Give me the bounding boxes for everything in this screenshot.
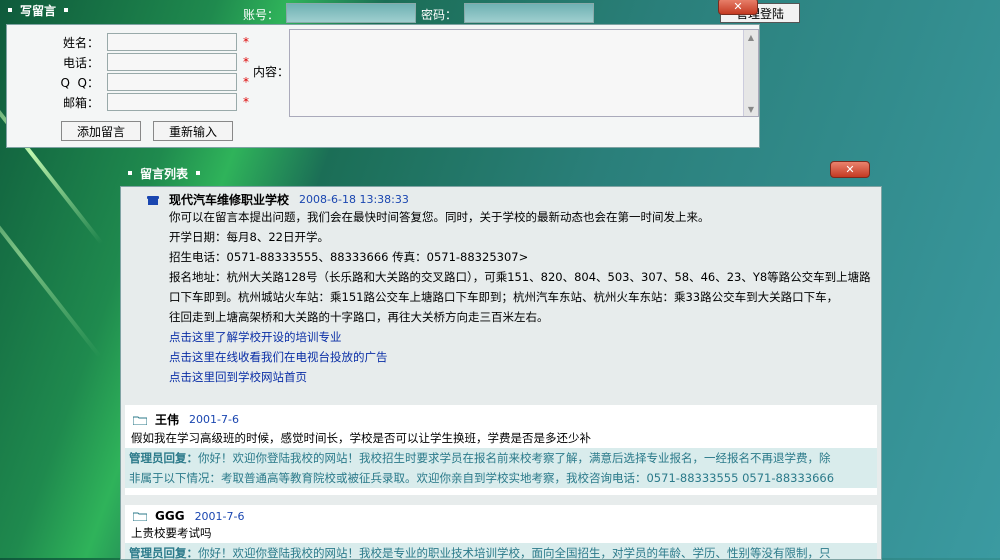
- close-list-panel-button[interactable]: ✕: [830, 161, 870, 178]
- password-input[interactable]: [464, 3, 594, 23]
- close-write-panel-button[interactable]: ✕: [718, 0, 758, 15]
- phone-input[interactable]: [107, 53, 237, 71]
- email-input[interactable]: [107, 93, 237, 111]
- training-majors-link[interactable]: 点击这里了解学校开设的培训专业: [169, 330, 342, 344]
- pinned-line: 招生电话：0571-88333555、88333666 传真：0571-8832…: [169, 250, 529, 264]
- admin-reply: 管理员回复：你好！欢迎你登陆我校的网站！我校是专业的职业技术培训学校，面向全国招…: [125, 543, 877, 559]
- entry-date: 2001-7-6: [194, 509, 245, 523]
- header-bullet-icon: [128, 171, 132, 175]
- header-bullet-icon: [8, 8, 12, 12]
- pinned-line: 往回走到上塘高架桥和大关路的十字路口，再往大关桥方向走三百米左右。: [169, 310, 549, 324]
- pinned-line: 报名地址：杭州大关路128号（长乐路和大关路的交叉路口），可乘151、820、8…: [169, 270, 871, 284]
- qq-input[interactable]: [107, 73, 237, 91]
- list-item: 王伟 2001-7-6 假如我在学习高级班的时候，感觉时间长，学校是否可以让学生…: [125, 405, 877, 495]
- entry-message: 上贵校要考试吗: [131, 526, 212, 540]
- pinned-notice: 现代汽车维修职业学校 2008-6-18 13:38:33 你可以在留言本提出问…: [121, 187, 881, 397]
- close-icon: ✕: [733, 0, 743, 13]
- name-row: 姓名： *: [57, 33, 249, 51]
- write-panel-title: 写留言: [20, 3, 57, 18]
- email-row: 邮箱： *: [57, 93, 249, 111]
- required-marker: *: [243, 75, 249, 89]
- reply-text: 非属于以下情况：考取普通高等教育院校或被征兵录取。欢迎你亲自到学校实地考察，我校…: [129, 471, 835, 485]
- entry-message: 假如我在学习高级班的时候，感觉时间长，学校是否可以让学生换班，学费是否是多还少补: [131, 431, 591, 445]
- header-bullet-icon: [64, 8, 69, 12]
- pinned-date: 2008-6-18 13:38:33: [299, 193, 409, 206]
- account-label: 账号：: [243, 8, 280, 22]
- tv-ad-link[interactable]: 点击这里在线收看我们在电视台投放的广告: [169, 350, 388, 364]
- phone-label: 电话：: [62, 55, 99, 70]
- email-label: 邮箱：: [62, 95, 99, 110]
- required-marker: *: [243, 55, 249, 69]
- add-message-button[interactable]: 添加留言: [61, 121, 141, 141]
- entry-date: 2001-7-6: [189, 413, 239, 426]
- school-home-link[interactable]: 点击这里回到学校网站首页: [169, 370, 307, 384]
- qq-row: Q Q： *: [57, 73, 249, 91]
- required-marker: *: [243, 95, 249, 109]
- admin-reply: 管理员回复：你好！欢迎你登陆我校的网站！我校招生时要求学员在报名前来校考察了解，…: [125, 448, 877, 488]
- list-panel-title: 留言列表: [140, 166, 189, 181]
- entry-name: GGG: [155, 509, 185, 523]
- entry-name: 王伟: [155, 413, 180, 427]
- header-bullet-icon: [196, 171, 201, 175]
- name-label: 姓名：: [62, 35, 99, 50]
- pinned-line: 你可以在留言本提出问题，我们会在最快时间答复您。同时，关于学校的最新动态也会在第…: [169, 210, 710, 224]
- message-list: 现代汽车维修职业学校 2008-6-18 13:38:33 你可以在留言本提出问…: [120, 186, 882, 560]
- phone-row: 电话： *: [57, 53, 249, 71]
- reply-text: 你好！欢迎你登陆我校的网站！我校招生时要求学员在报名前来校考察了解，满意后选择专…: [198, 451, 831, 465]
- write-panel-header: 写留言 账号： 密码： 管理登陆: [0, 0, 800, 23]
- write-message-panel: 写留言 账号： 密码： 管理登陆 ✕ 姓名： * 电话： * Q Q： * 邮箱…: [0, 0, 800, 148]
- list-item: GGG 2001-7-6 上贵校要考试吗 管理员回复：你好！欢迎你登陆我校的网站…: [125, 505, 877, 559]
- close-icon: ✕: [845, 163, 855, 176]
- reset-button[interactable]: 重新输入: [153, 121, 233, 141]
- content-scrollbar[interactable]: ▲ ▼: [743, 30, 758, 116]
- scroll-down-icon[interactable]: ▼: [744, 102, 758, 116]
- qq-label: Q Q：: [60, 75, 99, 90]
- reply-label: 管理员回复：: [129, 451, 198, 465]
- account-input[interactable]: [286, 3, 416, 23]
- write-form: 姓名： * 电话： * Q Q： * 邮箱： * 内容： ▲ ▼ 添加留言 重新…: [6, 24, 760, 148]
- pinned-title: 现代汽车维修职业学校: [169, 193, 290, 207]
- phone-icon: [147, 195, 159, 205]
- password-label: 密码：: [421, 8, 458, 22]
- content-label: 内容：: [253, 65, 290, 79]
- pinned-line: 开学日期：每月8、22日开学。: [169, 230, 329, 244]
- name-input[interactable]: [107, 33, 237, 51]
- folder-icon: [133, 416, 147, 425]
- folder-icon: [133, 512, 147, 521]
- pinned-line: 口下车即到。杭州城站火车站：乘151路公交车上塘路口下车即到；杭州汽车东站、杭州…: [169, 290, 839, 304]
- required-marker: *: [243, 35, 249, 49]
- message-list-header: 留言列表 ✕: [120, 160, 880, 186]
- content-textarea[interactable]: ▲ ▼: [289, 29, 759, 117]
- scroll-up-icon[interactable]: ▲: [744, 30, 758, 44]
